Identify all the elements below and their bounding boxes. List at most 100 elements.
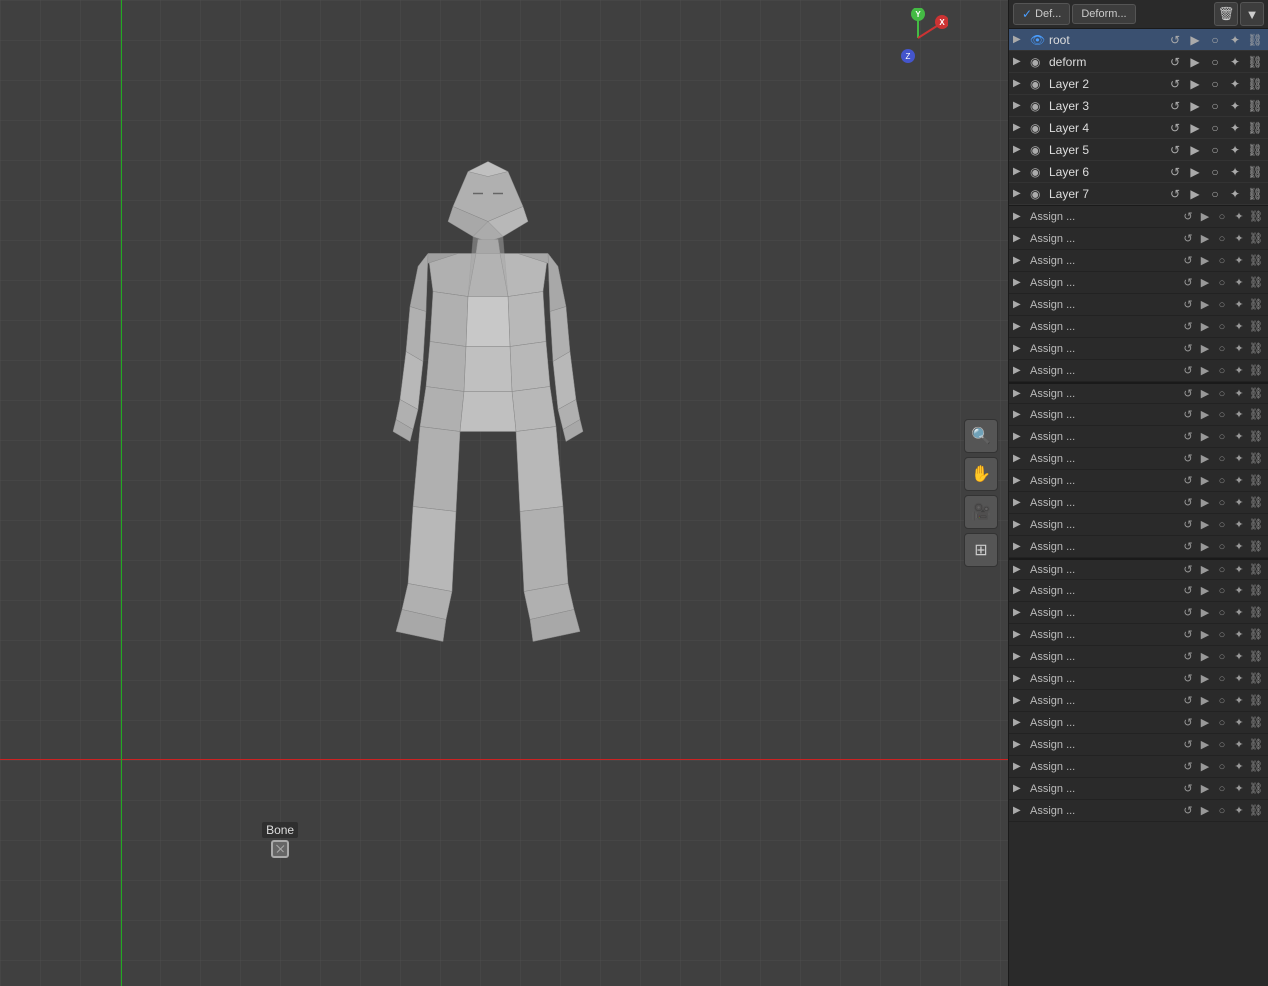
circle-ai-6[interactable]: ○ (1214, 343, 1230, 355)
link-icon-layer4[interactable]: ⛓ (1246, 121, 1264, 135)
bone-ai-2[interactable]: ✦ (1231, 254, 1247, 267)
circle-ai-17[interactable]: ○ (1214, 585, 1230, 597)
play-icon-deform[interactable]: ▶ (1186, 55, 1204, 69)
circle-ai-1[interactable]: ○ (1214, 233, 1230, 245)
assign-chevron-6[interactable]: ▶ (1013, 343, 1027, 354)
link-ai-14[interactable]: ⛓ (1248, 518, 1264, 531)
link-ai-12[interactable]: ⛓ (1248, 474, 1264, 487)
link-ai-1[interactable]: ⛓ (1248, 232, 1264, 245)
circle-ai-25[interactable]: ○ (1214, 761, 1230, 773)
play-ai-16[interactable]: ▶ (1197, 563, 1213, 576)
bone-ai-7[interactable]: ✦ (1231, 364, 1247, 377)
bone-icon-layer2[interactable]: ✦ (1226, 77, 1244, 91)
assign-list[interactable]: ▶ Assign ... ↺ ▶ ○ ✦ ⛓ ▶ Assign ... ↺ ▶ … (1009, 206, 1268, 986)
bone-icon-layer6[interactable]: ✦ (1226, 165, 1244, 179)
play-icon-layer4[interactable]: ▶ (1186, 121, 1204, 135)
assign-row-13[interactable]: ▶ Assign ... ↺ ▶ ○ ✦ ⛓ (1009, 492, 1268, 514)
assign-chevron-11[interactable]: ▶ (1013, 453, 1027, 464)
play-ai-9[interactable]: ▶ (1197, 408, 1213, 421)
assign-row-22[interactable]: ▶ Assign ... ↺ ▶ ○ ✦ ⛓ (1009, 690, 1268, 712)
assign-row-8[interactable]: ▶ Assign ... ↺ ▶ ○ ✦ ⛓ (1009, 382, 1268, 404)
group-row-layer5[interactable]: ▶ ◉ Layer 5 ↺ ▶ ○ ✦ ⛓ (1009, 139, 1268, 161)
circle-ai-14[interactable]: ○ (1214, 519, 1230, 531)
circle-ai-24[interactable]: ○ (1214, 739, 1230, 751)
eye-layer5[interactable]: ◉ (1030, 143, 1046, 157)
eye-layer7[interactable]: ◉ (1030, 187, 1046, 201)
bone-ai-26[interactable]: ✦ (1231, 782, 1247, 795)
def-button[interactable]: ✓ Def... (1013, 3, 1070, 25)
grid-tool[interactable]: ⊞ (964, 533, 998, 567)
bone-ai-16[interactable]: ✦ (1231, 563, 1247, 576)
assign-row-5[interactable]: ▶ Assign ... ↺ ▶ ○ ✦ ⛓ (1009, 316, 1268, 338)
play-ai-13[interactable]: ▶ (1197, 496, 1213, 509)
link-icon-layer6[interactable]: ⛓ (1246, 165, 1264, 179)
bone-ai-15[interactable]: ✦ (1231, 540, 1247, 553)
assign-chevron-3[interactable]: ▶ (1013, 277, 1027, 288)
play-ai-21[interactable]: ▶ (1197, 672, 1213, 685)
link-ai-3[interactable]: ⛓ (1248, 276, 1264, 289)
assign-chevron-5[interactable]: ▶ (1013, 321, 1027, 332)
play-ai-15[interactable]: ▶ (1197, 540, 1213, 553)
refresh-ai-8[interactable]: ↺ (1180, 387, 1196, 400)
bone-ai-24[interactable]: ✦ (1231, 738, 1247, 751)
link-ai-7[interactable]: ⛓ (1248, 364, 1264, 377)
refresh-ai-24[interactable]: ↺ (1180, 738, 1196, 751)
bone-ai-22[interactable]: ✦ (1231, 694, 1247, 707)
assign-row-20[interactable]: ▶ Assign ... ↺ ▶ ○ ✦ ⛓ (1009, 646, 1268, 668)
assign-row-11[interactable]: ▶ Assign ... ↺ ▶ ○ ✦ ⛓ (1009, 448, 1268, 470)
link-ai-13[interactable]: ⛓ (1248, 496, 1264, 509)
refresh-ai-13[interactable]: ↺ (1180, 496, 1196, 509)
circle-ai-3[interactable]: ○ (1214, 277, 1230, 289)
circle-icon-layer2[interactable]: ○ (1206, 77, 1224, 91)
link-ai-16[interactable]: ⛓ (1248, 563, 1264, 576)
circle-ai-16[interactable]: ○ (1214, 564, 1230, 576)
circle-ai-8[interactable]: ○ (1214, 388, 1230, 400)
circle-ai-18[interactable]: ○ (1214, 607, 1230, 619)
circle-ai-4[interactable]: ○ (1214, 299, 1230, 311)
bone-ai-21[interactable]: ✦ (1231, 672, 1247, 685)
assign-chevron-18[interactable]: ▶ (1013, 607, 1027, 618)
play-icon-layer3[interactable]: ▶ (1186, 99, 1204, 113)
assign-row-23[interactable]: ▶ Assign ... ↺ ▶ ○ ✦ ⛓ (1009, 712, 1268, 734)
bone-ai-6[interactable]: ✦ (1231, 342, 1247, 355)
link-ai-2[interactable]: ⛓ (1248, 254, 1264, 267)
deform-button[interactable]: Deform... (1072, 4, 1135, 24)
circle-icon-layer5[interactable]: ○ (1206, 143, 1224, 157)
bone-ai-18[interactable]: ✦ (1231, 606, 1247, 619)
refresh-ai-21[interactable]: ↺ (1180, 672, 1196, 685)
play-ai-20[interactable]: ▶ (1197, 650, 1213, 663)
refresh-ai-15[interactable]: ↺ (1180, 540, 1196, 553)
bone-ai-17[interactable]: ✦ (1231, 584, 1247, 597)
refresh-ai-5[interactable]: ↺ (1180, 320, 1196, 333)
bone-icon-layer4[interactable]: ✦ (1226, 121, 1244, 135)
eye-layer3[interactable]: ◉ (1030, 99, 1046, 113)
assign-chevron-2[interactable]: ▶ (1013, 255, 1027, 266)
circle-ai-21[interactable]: ○ (1214, 673, 1230, 685)
play-ai-26[interactable]: ▶ (1197, 782, 1213, 795)
circle-ai-22[interactable]: ○ (1214, 695, 1230, 707)
play-ai-8[interactable]: ▶ (1197, 387, 1213, 400)
assign-row-14[interactable]: ▶ Assign ... ↺ ▶ ○ ✦ ⛓ (1009, 514, 1268, 536)
circle-ai-13[interactable]: ○ (1214, 497, 1230, 509)
circle-ai-0[interactable]: ○ (1214, 211, 1230, 223)
bone-ai-27[interactable]: ✦ (1231, 804, 1247, 817)
assign-chevron-12[interactable]: ▶ (1013, 475, 1027, 486)
assign-row-0[interactable]: ▶ Assign ... ↺ ▶ ○ ✦ ⛓ (1009, 206, 1268, 228)
play-ai-27[interactable]: ▶ (1197, 804, 1213, 817)
assign-row-16[interactable]: ▶ Assign ... ↺ ▶ ○ ✦ ⛓ (1009, 558, 1268, 580)
refresh-ai-14[interactable]: ↺ (1180, 518, 1196, 531)
refresh-ai-22[interactable]: ↺ (1180, 694, 1196, 707)
assign-row-25[interactable]: ▶ Assign ... ↺ ▶ ○ ✦ ⛓ (1009, 756, 1268, 778)
refresh-ai-7[interactable]: ↺ (1180, 364, 1196, 377)
refresh-icon-layer3[interactable]: ↺ (1166, 99, 1184, 113)
play-icon-root[interactable]: ▶ (1186, 33, 1204, 47)
bone-icon-root[interactable]: ✦ (1226, 33, 1244, 47)
play-ai-24[interactable]: ▶ (1197, 738, 1213, 751)
refresh-ai-20[interactable]: ↺ (1180, 650, 1196, 663)
assign-row-26[interactable]: ▶ Assign ... ↺ ▶ ○ ✦ ⛓ (1009, 778, 1268, 800)
circle-ai-11[interactable]: ○ (1214, 453, 1230, 465)
refresh-icon-layer7[interactable]: ↺ (1166, 187, 1184, 201)
play-ai-4[interactable]: ▶ (1197, 298, 1213, 311)
link-ai-4[interactable]: ⛓ (1248, 298, 1264, 311)
refresh-ai-18[interactable]: ↺ (1180, 606, 1196, 619)
